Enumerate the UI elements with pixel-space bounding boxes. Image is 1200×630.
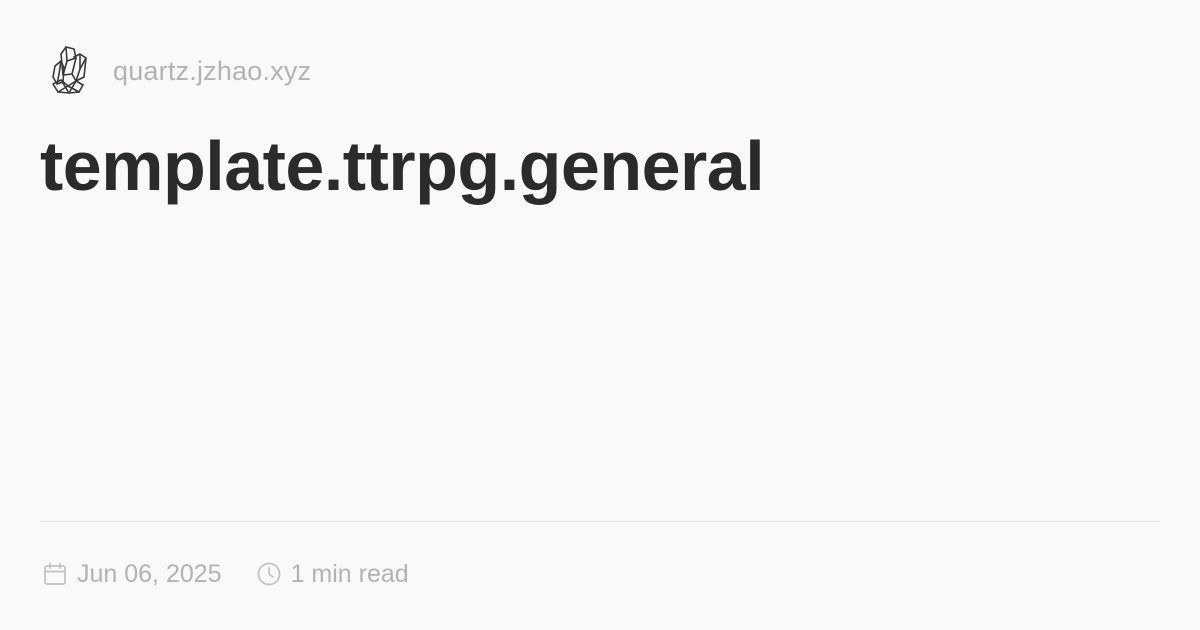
- crystal-logo-icon: [44, 42, 94, 98]
- reading-time: 1 min read: [290, 559, 409, 588]
- site-header: quartz.jzhao.xyz: [44, 40, 311, 100]
- reading-time-meta: 1 min read: [256, 560, 409, 589]
- site-name: quartz.jzhao.xyz: [113, 55, 312, 86]
- clock-icon: [256, 561, 282, 587]
- date-meta: Jun 06, 2025: [42, 560, 222, 589]
- publish-date: Jun 06, 2025: [77, 559, 222, 588]
- page-title: template.ttrpg.general: [40, 127, 765, 205]
- page-meta: Jun 06, 2025 1 min read: [42, 556, 409, 592]
- divider: [40, 521, 1160, 522]
- og-card: quartz.jzhao.xyz template.ttrpg.general …: [0, 0, 1200, 630]
- calendar-icon: [42, 561, 68, 587]
